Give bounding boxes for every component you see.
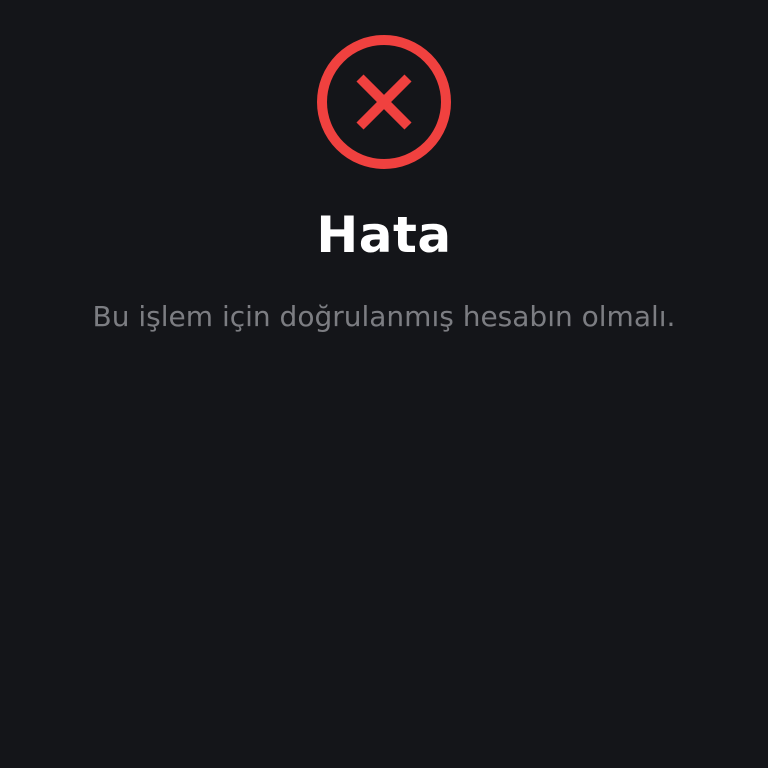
- error-title: Hata: [316, 206, 452, 264]
- error-x-circle-icon: [316, 34, 452, 170]
- error-message: Bu işlem için doğrulanmış hesabın olmalı…: [92, 300, 676, 333]
- error-screen: Hata Bu işlem için doğrulanmış hesabın o…: [0, 0, 768, 768]
